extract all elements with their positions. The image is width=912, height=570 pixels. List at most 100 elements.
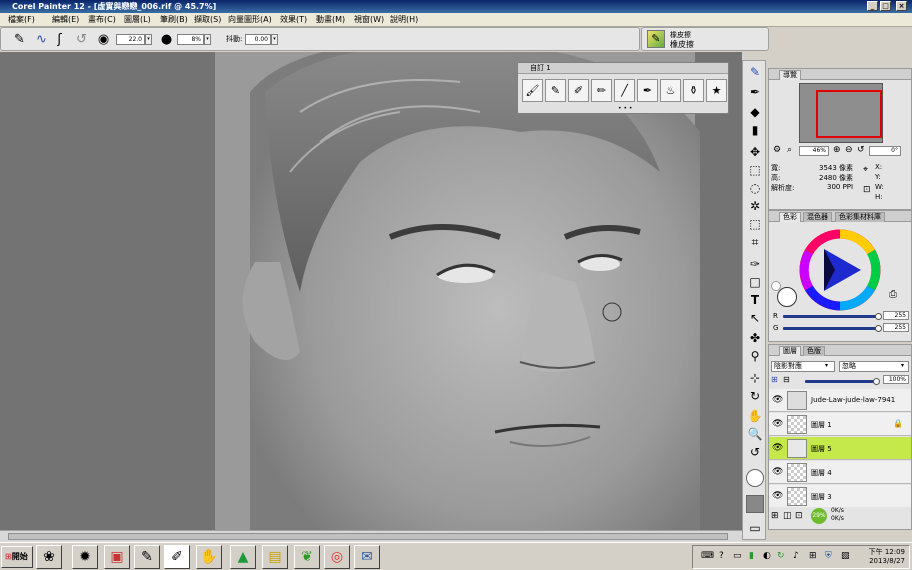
paper-selector-icon[interactable] [746, 495, 764, 513]
grabber-hand-icon[interactable]: ✋ [746, 407, 764, 425]
opacity-input[interactable]: 8% [177, 34, 204, 45]
brush-selector[interactable]: ✎ 橡皮擦 橡皮擦 [641, 27, 769, 51]
taskbar-drive-icon[interactable]: ▲ [230, 545, 256, 569]
rubber-stamp-icon[interactable]: ⚲ [746, 347, 764, 365]
tray-refresh-icon[interactable]: ↻ [777, 551, 785, 561]
stroke-freehand-icon[interactable]: ✎ [11, 31, 28, 48]
r-slider-knob[interactable] [875, 313, 882, 320]
scroll-thumb[interactable] [8, 533, 728, 540]
layer-opacity-value[interactable]: 100% [883, 375, 909, 384]
taskbar-painter-active-icon[interactable]: ✐ [164, 545, 190, 569]
reset-tool-icon[interactable]: ↺ [73, 31, 90, 48]
tray-help-icon[interactable]: ? [719, 551, 724, 561]
magic-wand-icon[interactable]: ✲ [746, 197, 764, 215]
custom-palette-grip[interactable]: • • • [618, 105, 632, 112]
opacity-slider-track[interactable] [805, 380, 877, 383]
taskbar-app-icon[interactable]: ✹ [72, 545, 98, 569]
tray-keyboard-icon[interactable]: ⌨ [701, 551, 714, 561]
navigator-settings-icon[interactable]: ⚙ [773, 145, 781, 155]
layer-row[interactable]: 👁 圖層 1 🔒 [769, 413, 911, 436]
magnifier-icon[interactable]: 🔍 [746, 425, 764, 443]
tray-volume-icon[interactable]: ♪ [793, 551, 799, 561]
brush-slot-8-icon[interactable]: ⚱ [683, 79, 704, 102]
horizontal-scrollbar[interactable] [0, 530, 742, 542]
layer-lock-icon[interactable]: 🔒 [893, 419, 903, 428]
tab-channels[interactable]: 色版 [803, 346, 825, 356]
taskbar-app-icon[interactable]: ✋ [196, 545, 222, 569]
divine-proportion-icon[interactable]: ⊹ [746, 369, 764, 387]
brush-tool-icon[interactable]: ✎ [746, 63, 764, 81]
oval-select-icon[interactable]: ◌ [746, 179, 764, 197]
navigator-preview[interactable] [799, 83, 883, 143]
composite-method-chevron-icon[interactable]: ▾ [825, 362, 828, 369]
menu-select[interactable]: 擷取(S) [194, 14, 221, 26]
g-slider-track[interactable] [783, 327, 879, 330]
brush-slot-1-icon[interactable]: 🖌 [522, 79, 543, 102]
tab-layers[interactable]: 圖層 [779, 346, 801, 356]
brush-slot-6-icon[interactable]: ✒ [637, 79, 658, 102]
visibility-eye-icon[interactable]: 👁 [772, 467, 784, 477]
menu-window[interactable]: 視窗(W) [354, 14, 384, 26]
composite-depth-select[interactable]: 忽略 [839, 361, 909, 372]
rotation-input[interactable]: 0° [869, 146, 901, 156]
tab-navigator[interactable]: 導覽 [779, 70, 801, 80]
menu-layers[interactable]: 圖層(L) [124, 14, 151, 26]
layer-row[interactable]: 👁 圖層 4 [769, 461, 911, 484]
menu-effects[interactable]: 效果(T) [280, 14, 307, 26]
menu-edit[interactable]: 編輯(E) [52, 14, 79, 26]
main-color-swatch[interactable] [746, 469, 764, 487]
close-button[interactable]: × [896, 1, 907, 11]
taskbar-folder-icon[interactable]: ▤ [262, 545, 288, 569]
tray-app-icon[interactable]: ▮ [749, 551, 754, 561]
clock[interactable]: 下午 12:09 2013/8/27 [869, 548, 905, 566]
layer-adjuster-icon[interactable]: ✥ [746, 143, 764, 161]
stroke-line-icon[interactable]: ʃ [51, 31, 68, 48]
menu-brushes[interactable]: 筆刷(B) [160, 14, 188, 26]
visibility-eye-icon[interactable]: 👁 [772, 443, 784, 453]
layer-row[interactable]: 👁 圖層 3 [769, 485, 911, 507]
taskbar-powerpoint-icon[interactable]: ▣ [104, 545, 130, 569]
menu-canvas[interactable]: 畫布(C) [88, 14, 116, 26]
jitter-spinner[interactable]: ▾ [271, 34, 278, 45]
opacity-spinner[interactable]: ▾ [204, 34, 211, 45]
jitter-input[interactable]: 0.00 [245, 34, 271, 45]
brush-slot-2-icon[interactable]: ✎ [545, 79, 566, 102]
tray-display-icon[interactable]: ▭ [733, 551, 742, 561]
paint-bucket-icon[interactable]: ◆ [746, 103, 764, 121]
brush-slot-7-icon[interactable]: ♨ [660, 79, 681, 102]
eraser-tool-icon[interactable]: ▮ [746, 121, 764, 139]
brush-slot-3-icon[interactable]: ✐ [568, 79, 589, 102]
new-layer-icon[interactable]: ⊡ [795, 511, 803, 521]
tab-color-sets[interactable]: 色彩集材料庫 [835, 212, 885, 222]
selection-adjuster-icon[interactable]: ⬚ [746, 215, 764, 233]
stroke-curve-icon[interactable]: ∿ [33, 31, 50, 48]
lock-alpha-icon[interactable]: ⊟ [783, 375, 790, 384]
size-spinner[interactable]: ▾ [145, 34, 152, 45]
perspective-guides-icon[interactable]: ↻ [746, 387, 764, 405]
layer-row-selected[interactable]: 👁 圖層 5 [769, 437, 911, 460]
brush-slot-5-icon[interactable]: ╱ [614, 79, 635, 102]
layer-commands-icon[interactable]: ⊞ [771, 511, 779, 521]
r-value[interactable]: 255 [883, 311, 909, 320]
media-selector-icon[interactable]: ▭ [746, 519, 764, 537]
brush-slot-9-icon[interactable]: ★ [706, 79, 727, 102]
canvas-area[interactable] [0, 52, 742, 530]
shape-selection-icon[interactable]: ↖ [746, 309, 764, 327]
menu-shapes[interactable]: 向量圖形(A) [228, 14, 272, 26]
rect-select-icon[interactable]: ⬚ [746, 161, 764, 179]
composite-depth-chevron-icon[interactable]: ▾ [901, 362, 904, 369]
brush-category-icon[interactable]: ✎ [647, 30, 665, 48]
color-wheel[interactable] [799, 229, 881, 311]
text-tool-icon[interactable]: T [746, 291, 764, 309]
zoom-out-icon[interactable]: ⊖ [845, 145, 853, 155]
g-slider-knob[interactable] [875, 325, 882, 332]
layer-row[interactable]: 👁 Jude-Law-jude-law-7941 [769, 389, 911, 412]
viewport-rectangle[interactable] [816, 90, 882, 138]
taskbar-thunderbird-icon[interactable]: ✉ [354, 545, 380, 569]
rotate-page-icon[interactable]: ↺ [746, 443, 764, 461]
size-input[interactable]: 22.0 [116, 34, 145, 45]
taskbar-painter-icon[interactable]: ✎ [134, 545, 160, 569]
taskbar-app-icon[interactable]: ❦ [294, 545, 320, 569]
g-value[interactable]: 255 [883, 323, 909, 332]
menu-help[interactable]: 說明(H) [390, 14, 418, 26]
